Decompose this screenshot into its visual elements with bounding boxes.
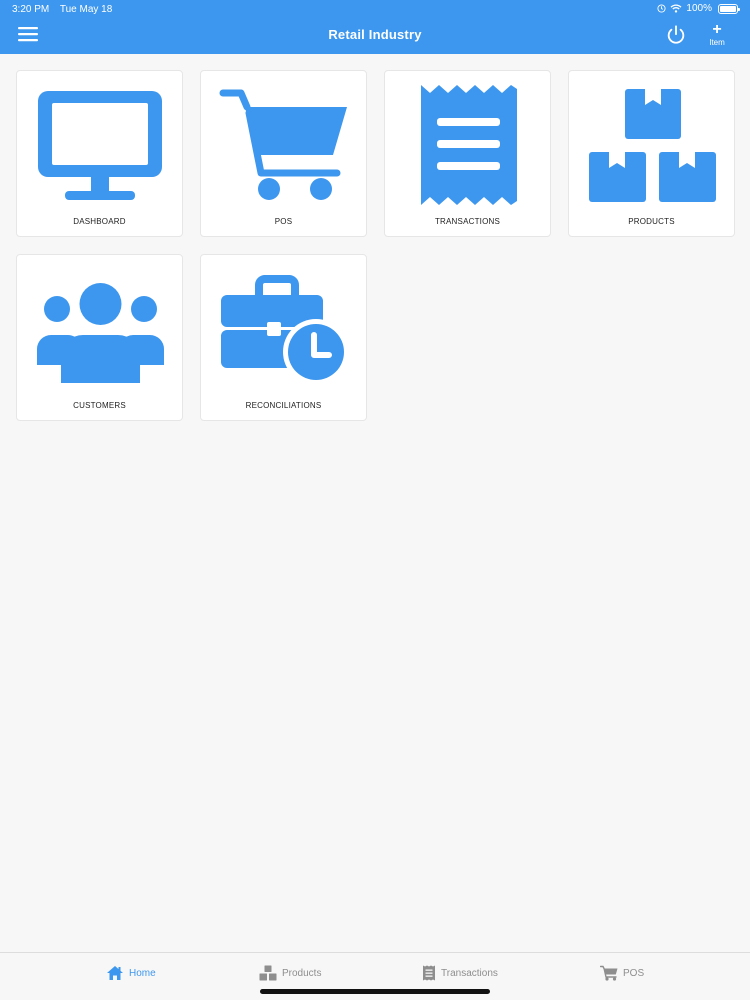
tab-label: Home [129,967,156,979]
tile-label: RECONCILIATIONS [245,401,322,410]
tab-transactions[interactable]: Transactions [422,963,498,983]
wifi-icon [670,4,682,13]
shopping-cart-icon [219,89,347,200]
briefcase-clock-icon [221,275,349,385]
app-header: 3:20 PM Tue May 18 100% Retail Industry … [0,0,750,54]
boxes-icon [259,965,277,981]
users-group-icon [37,283,164,383]
battery-percentage: 100% [686,3,712,14]
tile-dashboard[interactable]: DASHBOARD [16,70,183,237]
tab-label: POS [623,967,645,979]
page-title: Retail Industry [328,27,422,42]
battery-icon [718,3,740,14]
status-date: Tue May 18 [59,4,113,15]
receipt-icon [423,965,435,981]
tab-label: Products [282,967,322,979]
status-bar: 3:20 PM Tue May 18 100% [0,0,750,18]
tab-label: Transactions [441,967,498,979]
tile-customers[interactable]: CUSTOMERS [16,254,183,421]
tile-reconciliations[interactable]: RECONCILIATIONS [200,254,367,421]
plus-icon: + [712,21,722,38]
add-item-label: Item [709,38,725,47]
home-indicator [260,989,490,994]
add-item-button[interactable]: + Item [700,21,734,52]
tile-label: DASHBOARD [73,217,126,226]
boxes-icon [589,89,716,202]
home-icon [107,966,123,980]
tile-products[interactable]: PRODUCTS [568,70,735,237]
logout-button[interactable] [665,24,689,48]
tile-label: CUSTOMERS [73,401,126,410]
monitor-icon [38,91,162,200]
tile-label: POS [274,217,293,226]
screen-lock-icon [657,4,666,13]
shopping-cart-icon [600,965,618,981]
tab-pos[interactable]: POS [600,963,644,983]
power-icon [667,25,685,44]
nav-bar: Retail Industry + Item [0,18,750,54]
tab-home[interactable]: Home [106,963,156,983]
tab-products[interactable]: Products [259,963,321,983]
tile-label: PRODUCTS [628,217,675,226]
tile-label: TRANSACTIONS [434,217,501,226]
status-time: 3:20 PM [12,4,50,15]
tile-transactions[interactable]: TRANSACTIONS [384,70,551,237]
receipt-icon [421,85,517,205]
tile-pos[interactable]: POS [200,70,367,237]
